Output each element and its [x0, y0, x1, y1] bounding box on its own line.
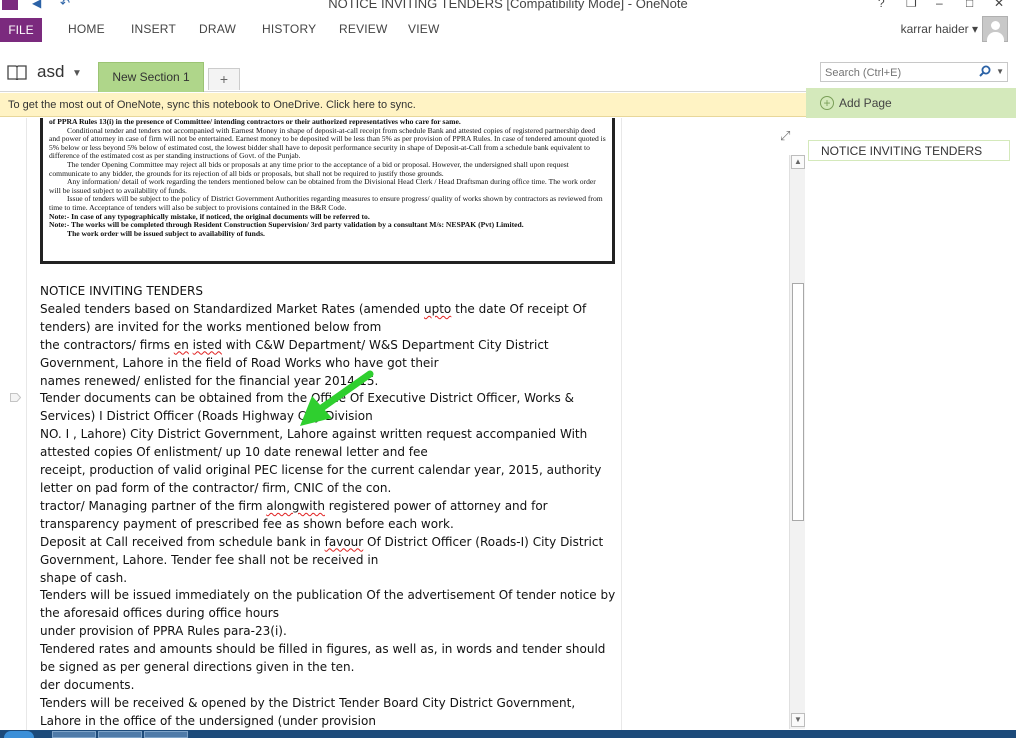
page-list: NOTICE INVITING TENDERS: [806, 118, 1016, 738]
spelling-error-mark[interactable]: en: [174, 338, 189, 352]
user-account[interactable]: karrar haider ▾: [901, 22, 978, 36]
scroll-up-icon[interactable]: ▲: [791, 155, 805, 169]
notice-line: receipt, production of valid original PE…: [40, 463, 602, 478]
notice-line: Deposit at Call received from schedule b…: [40, 534, 604, 549]
expand-icon[interactable]: ⤢: [780, 128, 790, 144]
spelling-error-mark[interactable]: upto: [424, 302, 451, 316]
green-arrow-annotation: [300, 370, 374, 426]
tab-insert[interactable]: INSERT: [131, 22, 176, 36]
scan-paragraph: Any information/ detail of work regardin…: [49, 177, 596, 195]
search-icon[interactable]: [979, 65, 991, 80]
tab-view[interactable]: VIEW: [408, 22, 439, 36]
tab-history[interactable]: HISTORY: [262, 22, 316, 36]
tab-review[interactable]: REVIEW: [339, 22, 388, 36]
taskbar-app-button[interactable]: [52, 731, 96, 738]
chevron-down-icon[interactable]: ▼: [72, 68, 82, 79]
spelling-error-mark[interactable]: alongwith: [266, 499, 325, 513]
scroll-thumb[interactable]: [792, 283, 804, 521]
notice-line: the contractors/ firms en isted with C&W…: [40, 337, 549, 352]
taskbar-app-button[interactable]: [144, 731, 188, 738]
notice-text-block[interactable]: NOTICE INVITING TENDERS Sealed tenders b…: [40, 283, 616, 731]
scan-paragraph: The tender Opening Committee may reject …: [49, 159, 569, 178]
start-button[interactable]: [4, 731, 34, 738]
add-section-button[interactable]: +: [208, 68, 240, 90]
help-button[interactable]: ?: [878, 0, 885, 10]
tab-draw[interactable]: DRAW: [199, 22, 236, 36]
scan-paragraph: Conditional tender and tenders not accom…: [49, 125, 606, 161]
taskbar-app-button[interactable]: [98, 731, 142, 738]
add-page-icon: +: [820, 96, 834, 110]
minimize-button[interactable]: –: [936, 0, 943, 10]
notice-line: under provision of PPRA Rules para-23(i)…: [40, 624, 287, 639]
notice-line: der documents.: [40, 677, 135, 692]
notice-line: be signed as per general directions give…: [40, 660, 355, 675]
notebook-icon[interactable]: [7, 64, 27, 80]
search-input[interactable]: [821, 64, 971, 82]
notice-heading: NOTICE INVITING TENDERS: [40, 284, 204, 298]
spelling-error-mark[interactable]: isted: [193, 338, 222, 352]
tab-home[interactable]: HOME: [68, 22, 105, 36]
scanned-document-image: of PPRA Rules 13(i) in the presence of C…: [40, 118, 615, 264]
paragraph-handle-icon[interactable]: [10, 393, 21, 402]
search-box[interactable]: ▼: [820, 62, 1008, 82]
notebook-bar: asd ▼ New Section 1 +: [0, 48, 806, 92]
sync-info-bar[interactable]: To get the most out of OneNote, sync thi…: [0, 93, 806, 117]
notice-line: Lahore in the office of the undersigned …: [40, 713, 376, 728]
notice-line: Tenders will be received & opened by the…: [40, 695, 576, 710]
close-button[interactable]: ✕: [994, 0, 1004, 10]
tab-file[interactable]: FILE: [0, 18, 42, 42]
notice-line: letter on pad form of the contractor/ fi…: [40, 480, 392, 495]
window-title: NOTICE INVITING TENDERS [Compatibility M…: [328, 0, 688, 11]
add-page-label: Add Page: [839, 96, 892, 110]
ribbon-tabs: FILE HOME INSERT DRAW HISTORY REVIEW VIE…: [0, 12, 1016, 48]
notice-line: shape of cash.: [40, 570, 128, 585]
title-bar: ◀ ↶ NOTICE INVITING TENDERS [Compatibili…: [0, 0, 1016, 12]
page-list-item[interactable]: NOTICE INVITING TENDERS: [808, 140, 1010, 161]
notice-line: Sealed tenders based on Standardized Mar…: [40, 301, 587, 316]
avatar[interactable]: [982, 16, 1008, 42]
notice-line: the aforesaid offices during office hour…: [40, 606, 279, 621]
add-page-button[interactable]: + Add Page: [820, 96, 892, 110]
vertical-scrollbar[interactable]: ▲ ▼: [789, 155, 805, 729]
taskbar: [0, 730, 1016, 738]
notice-line: Government, Lahore. Tender fee shall not…: [40, 552, 379, 567]
search-scope-chevron-icon[interactable]: ▼: [996, 67, 1004, 76]
section-tab[interactable]: New Section 1: [98, 62, 204, 92]
notice-line: tenders) are invited for the works menti…: [40, 319, 382, 334]
maximize-button[interactable]: □: [966, 0, 973, 10]
scroll-down-icon[interactable]: ▼: [791, 713, 805, 727]
notice-line: Tenders will be issued immediately on th…: [40, 588, 616, 603]
scan-line: The work order will be issued subject to…: [67, 228, 265, 238]
note-canvas[interactable]: ⤢ of PPRA Rules 13(i) in the presence of…: [0, 118, 806, 730]
page-pane: + Add Page NOTICE INVITING TENDERS: [806, 88, 1016, 738]
ribbon-display-button[interactable]: ❐: [906, 0, 917, 10]
notice-line: attested copies Of enlistment/ up 10 dat…: [40, 445, 428, 460]
notice-line: Tendered rates and amounts should be fil…: [40, 642, 606, 657]
notebook-name[interactable]: asd: [37, 62, 64, 82]
scan-paragraph: Issue of tenders will be subject to the …: [49, 194, 603, 212]
notice-line: tractor/ Managing partner of the firm al…: [40, 498, 548, 513]
notice-line: transparency payment of prescribed fee a…: [40, 516, 454, 531]
spelling-error-mark[interactable]: favour: [325, 535, 364, 549]
